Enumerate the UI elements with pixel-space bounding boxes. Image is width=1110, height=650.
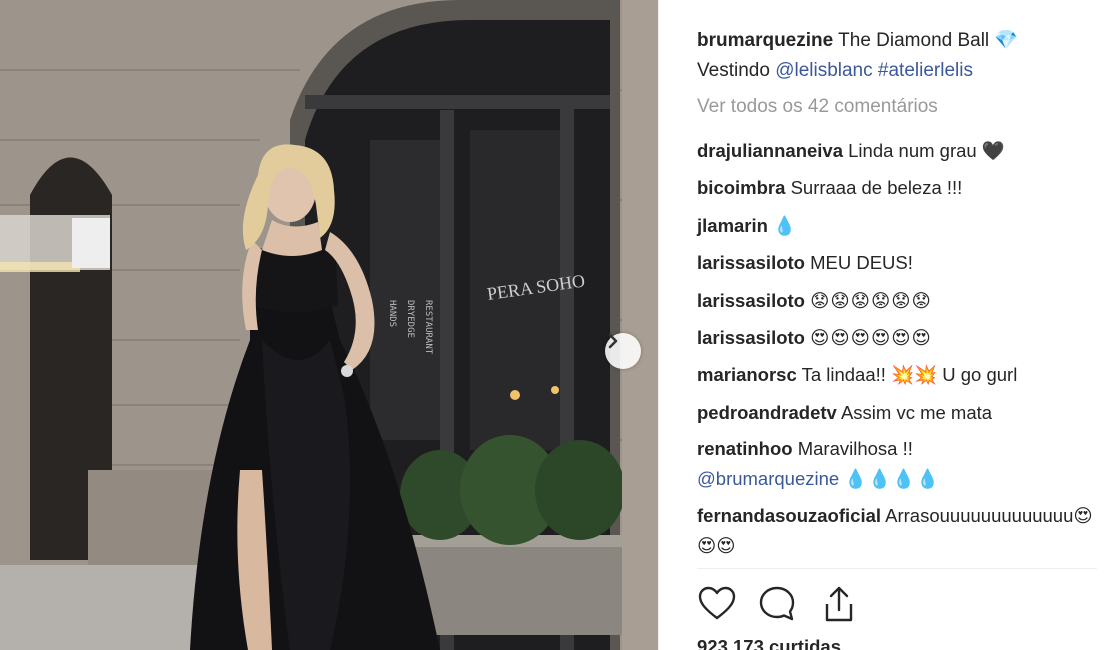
next-photo-button[interactable] [605, 333, 641, 369]
comment-item: larissasiloto 😍😍😍😍😍😍 [697, 319, 1107, 356]
comment-username[interactable]: jlamarin [697, 215, 768, 236]
comment-list: drajuliannaneiva Linda num grau 🖤 bicoim… [697, 132, 1107, 561]
comment-username[interactable]: drajuliannaneiva [697, 140, 843, 161]
comment-username[interactable]: renatinhoo [697, 438, 793, 459]
comment-item: renatinhoo Maravilhosa !! @brumarquezine… [697, 431, 1107, 494]
comment-text: MEU DEUS! [810, 252, 913, 274]
comment-item: larissasiloto 😟😟😟😟😟😟 [697, 282, 1107, 319]
photo-scene: PERA SOHO HANDS DRYEDGE RESTAURANT [0, 0, 658, 650]
comment-username[interactable]: pedroandradetv [697, 402, 837, 423]
comment-username[interactable]: fernandasouzaoficial [697, 505, 881, 526]
chevron-right-icon [608, 333, 618, 349]
comment-text: Ta lindaa!! 💥💥 U go gurl [801, 364, 1018, 386]
caption-prefix: Vestindo [697, 60, 770, 81]
comment-username[interactable]: larissasiloto [697, 290, 805, 311]
svg-text:HANDS: HANDS [387, 300, 397, 327]
likes-count[interactable]: 923.173 curtidas [697, 636, 841, 650]
comment-item: drajuliannaneiva Linda num grau 🖤 [697, 132, 1107, 169]
post-caption: brumarquezine The Diamond Ball 💎 Vestind… [697, 26, 1097, 86]
comment-item: larissasiloto MEU DEUS! [697, 244, 1107, 281]
comment-item: pedroandradetv Assim vc me mata [697, 394, 1107, 431]
share-upload-icon[interactable] [819, 584, 859, 624]
post-actions [697, 584, 897, 628]
comment-item: fernandasouzaoficial Arrasouuuuuuuuuuuuu… [697, 498, 1107, 561]
comment-text: Assim vc me mata [840, 401, 993, 423]
caption-text: The Diamond Ball 💎 [838, 30, 1019, 51]
comment-username[interactable]: bicoimbra [697, 177, 785, 198]
comment-text: Linda num grau 🖤 [848, 140, 1005, 161]
view-all-comments-link[interactable]: Ver todos os 42 comentários [697, 96, 938, 118]
caption-hashtag-link[interactable]: #atelierlelis [878, 60, 973, 81]
comments-pane: brumarquezine The Diamond Ball 💎 Vestind… [659, 0, 1110, 650]
comment-text: 😟😟😟😟😟😟 [810, 289, 932, 311]
comment-username[interactable]: larissasiloto [697, 327, 805, 348]
heart-icon[interactable] [697, 584, 737, 624]
post-photo[interactable]: PERA SOHO HANDS DRYEDGE RESTAURANT [0, 0, 658, 650]
comment-username[interactable]: larissasiloto [697, 252, 805, 273]
comment-item: marianorsc Ta lindaa!! 💥💥 U go gurl [697, 356, 1107, 393]
comment-bubble-icon[interactable] [757, 584, 797, 624]
comment-text: Maravilhosa !! [797, 438, 913, 460]
comment-mention-link[interactable]: @brumarquezine [697, 468, 839, 489]
comment-username[interactable]: marianorsc [697, 364, 797, 385]
comment-text: 😍😍😍😍😍😍 [810, 326, 932, 348]
actions-divider [697, 568, 1097, 569]
comment-text: Surraaa de beleza !!! [790, 177, 963, 199]
comment-text: 💧 [773, 214, 798, 236]
svg-text:DRYEDGE: DRYEDGE [405, 300, 415, 338]
caption-author[interactable]: brumarquezine [697, 30, 833, 51]
comment-item: jlamarin 💧 [697, 207, 1107, 244]
svg-text:RESTAURANT: RESTAURANT [423, 300, 433, 355]
caption-mention-link[interactable]: @lelisblanc [775, 60, 872, 81]
comment-text-emoji: 💧💧💧💧 [844, 468, 941, 490]
comment-item: bicoimbra Surraaa de beleza !!! [697, 169, 1107, 206]
